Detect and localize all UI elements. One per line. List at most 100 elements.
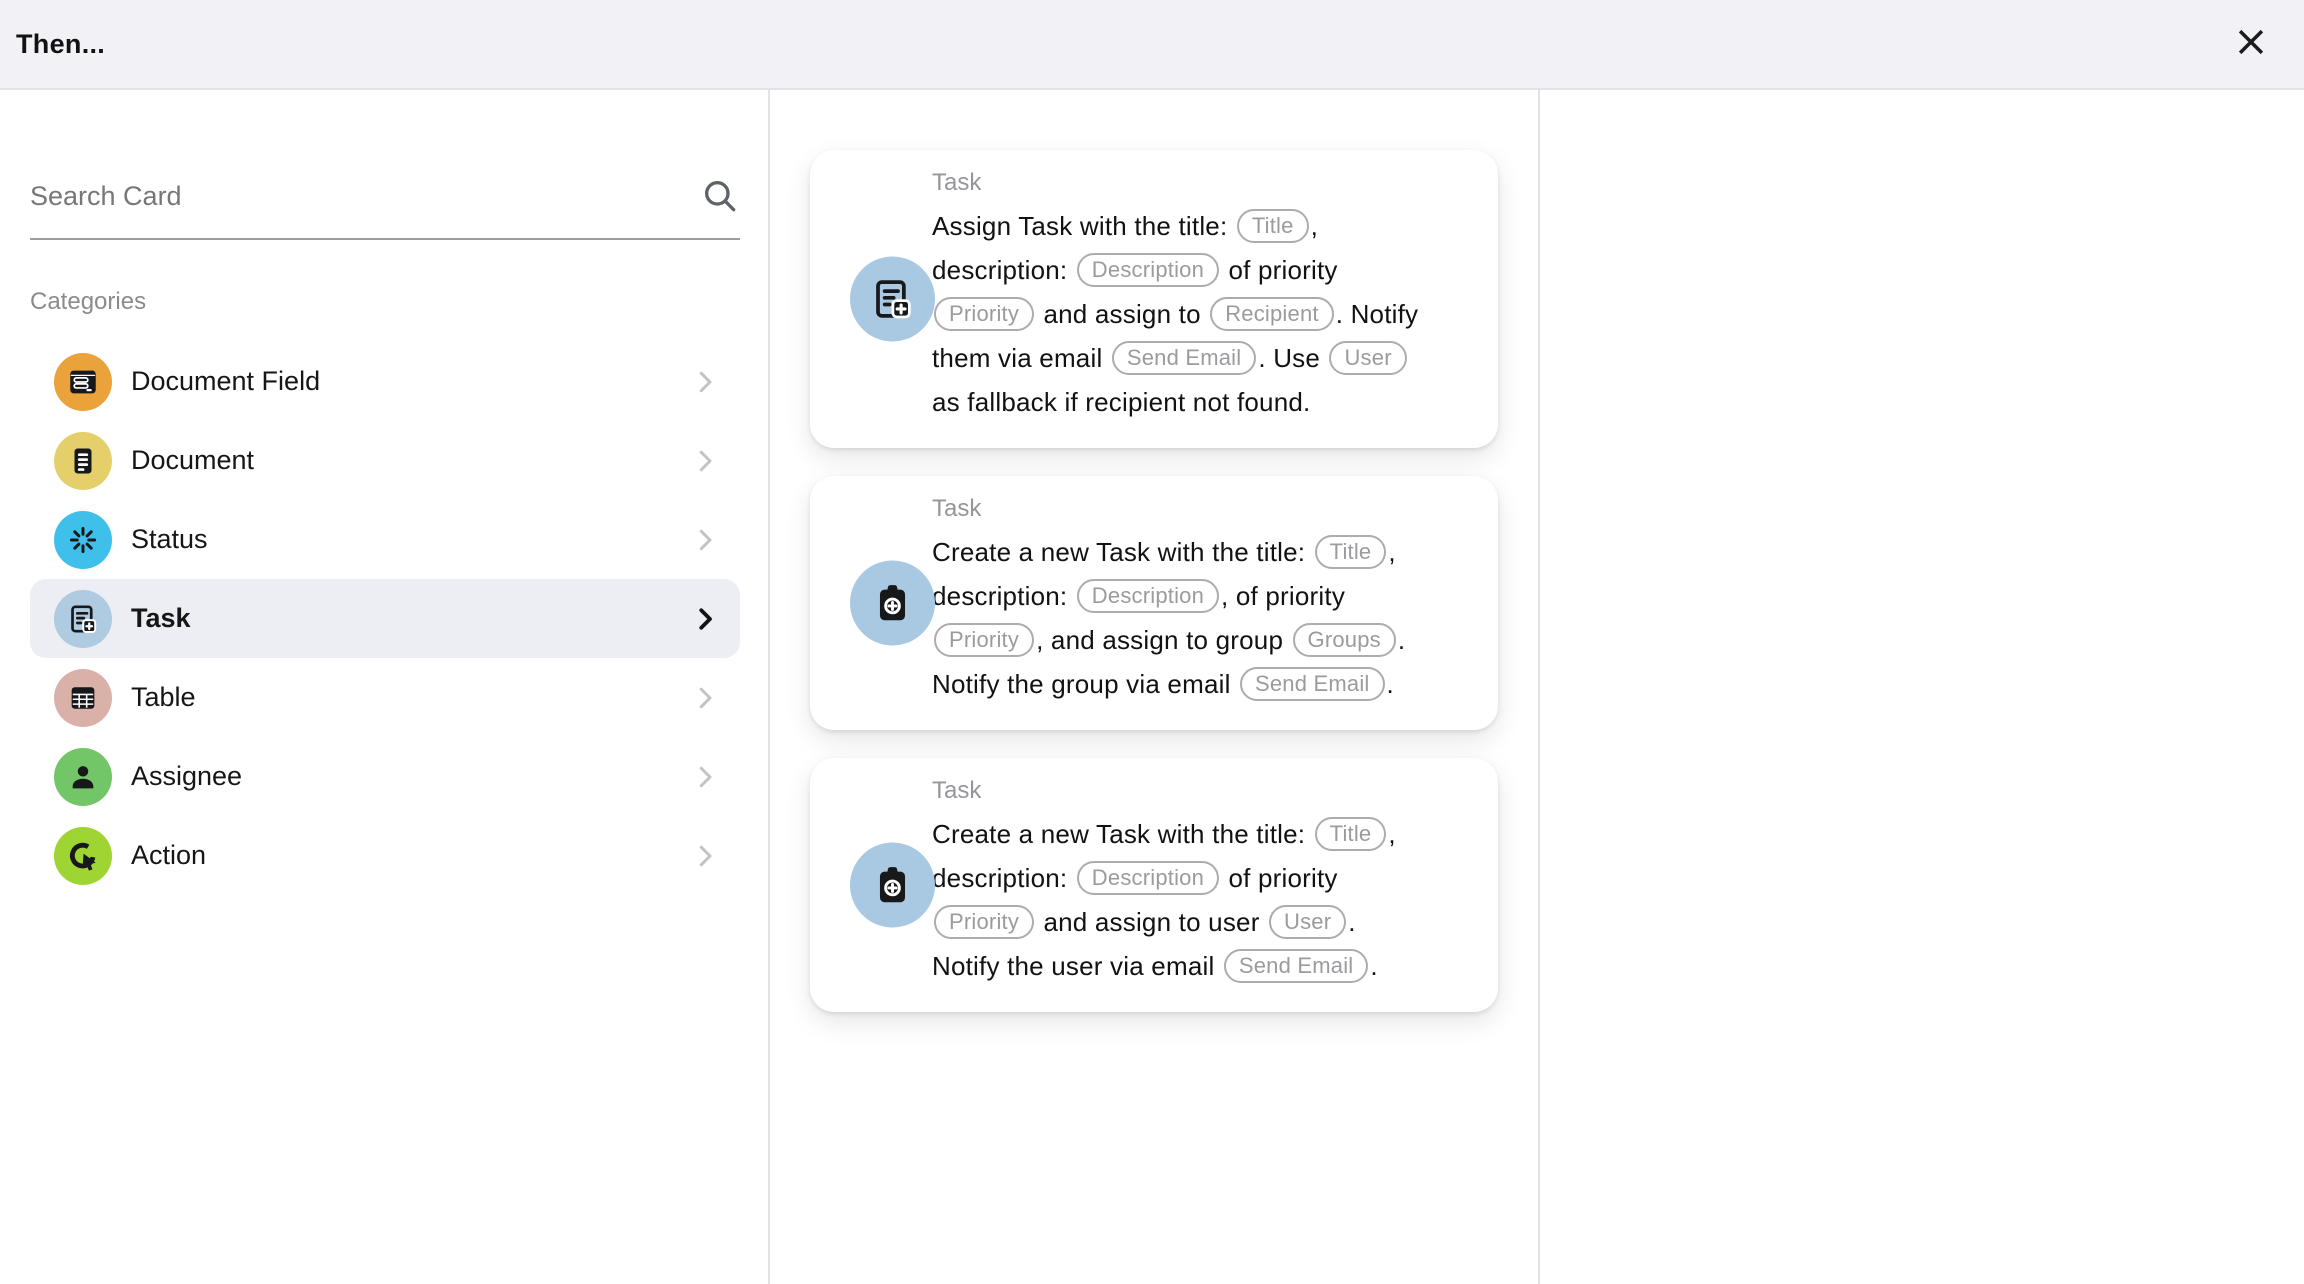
category-sidebar: Categories Document Field Document Status T… xyxy=(0,90,770,1284)
sidebar-item-table[interactable]: Table xyxy=(30,658,740,737)
category-label: Document xyxy=(131,445,254,476)
category-label: Document Field xyxy=(131,366,320,397)
card-text: . Notify xyxy=(1336,299,1419,329)
pill-description: Description xyxy=(1077,579,1219,613)
card-text: , xyxy=(1388,537,1395,567)
chevron-right-icon xyxy=(690,367,720,397)
card-text: , and assign to group xyxy=(1036,625,1290,655)
task-card[interactable]: Task Create a new Task with the title: Ti… xyxy=(810,758,1498,1012)
task-card[interactable]: TaskAssign Task with the title: Title,de… xyxy=(810,150,1498,448)
sidebar-item-document-field[interactable]: Document Field xyxy=(30,342,740,421)
card-text: Notify the group via email xyxy=(932,669,1238,699)
card-text-line: description: Description of priority xyxy=(932,856,1464,900)
document-icon xyxy=(54,432,112,490)
card-category-label: Task xyxy=(932,494,1464,524)
clipboard-add-icon xyxy=(850,561,935,646)
category-label: Action xyxy=(131,840,206,871)
modal-title: Then... xyxy=(16,29,105,60)
pill-priority: Priority xyxy=(934,297,1034,331)
pill-description: Description xyxy=(1077,253,1219,287)
card-category-label: Task xyxy=(932,776,1464,806)
card-text: description: xyxy=(932,863,1075,893)
card-text-line: Notify the group via email Send Email. xyxy=(932,662,1464,706)
then-modal: Then... Categories Document Field xyxy=(0,0,2304,1284)
modal-body: Categories Document Field Document Status T… xyxy=(0,90,2304,1284)
card-text: , of priority xyxy=(1221,581,1345,611)
category-label: Task xyxy=(131,603,191,634)
card-text: . xyxy=(1348,907,1355,937)
card-text: Create a new Task with the title: xyxy=(932,537,1313,567)
search-icon[interactable] xyxy=(700,176,740,216)
card-results-panel: TaskAssign Task with the title: Title,de… xyxy=(770,90,1540,1284)
pill-send-email: Send Email xyxy=(1112,341,1257,375)
task-card[interactable]: Task Create a new Task with the title: Ti… xyxy=(810,476,1498,730)
categories-heading: Categories xyxy=(30,288,740,316)
category-label: Table xyxy=(131,682,196,713)
chevron-right-icon xyxy=(690,604,720,634)
sidebar-item-action[interactable]: Action xyxy=(30,816,740,895)
card-text: Create a new Task with the title: xyxy=(932,819,1313,849)
card-text: Assign Task with the title: xyxy=(932,211,1235,241)
card-text: description: xyxy=(932,581,1075,611)
card-text-line: description: Description, of priority xyxy=(932,574,1464,618)
pill-user: User xyxy=(1269,905,1346,939)
card-text: and assign to user xyxy=(1036,907,1267,937)
card-text: of priority xyxy=(1221,255,1338,285)
search-field xyxy=(30,154,740,240)
chevron-right-icon xyxy=(690,525,720,555)
card-text: . Use xyxy=(1258,343,1327,373)
card-text: , xyxy=(1311,211,1318,241)
card-list: TaskAssign Task with the title: Title,de… xyxy=(810,150,1498,1012)
card-text-line: Priority and assign to user User. xyxy=(932,900,1464,944)
pill-priority: Priority xyxy=(934,905,1034,939)
search-input[interactable] xyxy=(30,181,700,212)
chevron-right-icon xyxy=(690,446,720,476)
card-text: description: xyxy=(932,255,1075,285)
chevron-right-icon xyxy=(690,841,720,871)
card-text: them via email xyxy=(932,343,1110,373)
sidebar-item-assignee[interactable]: Assignee xyxy=(30,737,740,816)
category-list: Document Field Document Status Task Table Ass… xyxy=(30,342,740,895)
card-text-line: description: Description of priority xyxy=(932,248,1464,292)
card-text: and assign to xyxy=(1036,299,1208,329)
close-icon xyxy=(2234,25,2268,64)
pill-title: Title xyxy=(1315,817,1387,851)
card-text: Notify the user via email xyxy=(932,951,1222,981)
card-text-line: as fallback if recipient not found. xyxy=(932,380,1464,424)
pill-recipient: Recipient xyxy=(1210,297,1334,331)
pill-title: Title xyxy=(1315,535,1387,569)
sidebar-item-task[interactable]: Task xyxy=(30,579,740,658)
card-text-line: Create a new Task with the title: Title, xyxy=(932,530,1464,574)
card-text-line: Assign Task with the title: Title, xyxy=(932,204,1464,248)
pill-user: User xyxy=(1329,341,1406,375)
chevron-right-icon xyxy=(690,762,720,792)
sidebar-item-document[interactable]: Document xyxy=(30,421,740,500)
pill-send-email: Send Email xyxy=(1240,667,1385,701)
document-field-icon xyxy=(54,353,112,411)
card-text-line: them via email Send Email. Use User xyxy=(932,336,1464,380)
card-text-line: Priority and assign to Recipient. Notify xyxy=(932,292,1464,336)
card-text-line: Priority, and assign to group Groups. xyxy=(932,618,1464,662)
card-category-label: Task xyxy=(932,168,1464,198)
category-label: Assignee xyxy=(131,761,242,792)
card-text: , xyxy=(1388,819,1395,849)
pill-send-email: Send Email xyxy=(1224,949,1369,983)
close-button[interactable] xyxy=(2228,21,2274,67)
card-text-line: Notify the user via email Send Email. xyxy=(932,944,1464,988)
card-text: . xyxy=(1387,669,1394,699)
chevron-right-icon xyxy=(690,683,720,713)
detail-pane-empty xyxy=(1540,90,2304,1284)
card-text: . xyxy=(1398,625,1405,655)
pill-priority: Priority xyxy=(934,623,1034,657)
category-label: Status xyxy=(131,524,208,555)
pill-description: Description xyxy=(1077,861,1219,895)
task-icon xyxy=(850,257,935,342)
modal-header: Then... xyxy=(0,0,2304,90)
table-icon xyxy=(54,669,112,727)
sidebar-item-status[interactable]: Status xyxy=(30,500,740,579)
card-text: as fallback if recipient not found. xyxy=(932,387,1310,417)
pill-title: Title xyxy=(1237,209,1309,243)
action-icon xyxy=(54,827,112,885)
status-icon xyxy=(54,511,112,569)
card-text-line: Create a new Task with the title: Title, xyxy=(932,812,1464,856)
